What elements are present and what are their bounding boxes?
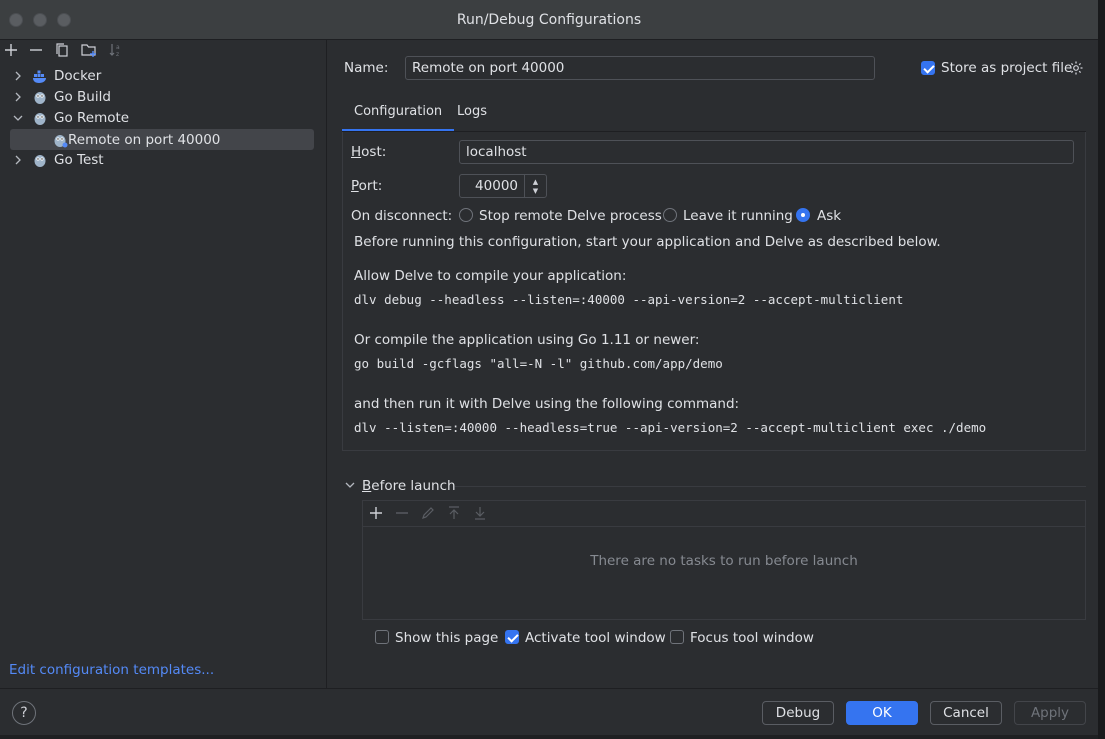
svg-text:z: z (116, 51, 119, 57)
stop-remote-delve-radio[interactable] (459, 208, 473, 222)
leave-running-radio[interactable] (663, 208, 677, 222)
edit-configuration-templates-link[interactable]: Edit configuration templates... (9, 662, 214, 678)
debug-button[interactable]: Debug (762, 701, 834, 725)
info-compile: Or compile the application using Go 1.11… (354, 332, 700, 348)
tasks-toolbar (363, 501, 1085, 527)
sort-icon[interactable]: az (107, 41, 125, 59)
window-bottom-edge (0, 735, 1098, 739)
gear-icon[interactable] (1068, 60, 1084, 76)
new-folder-icon[interactable] (80, 41, 98, 59)
store-project-file-checkbox[interactable] (921, 61, 935, 75)
edit-icon[interactable] (420, 505, 436, 521)
svg-text:a: a (116, 44, 120, 51)
remove-icon[interactable] (27, 41, 45, 59)
ask-radio[interactable] (796, 208, 810, 222)
on-disconnect-label: On disconnect: (351, 208, 453, 224)
tab-logs[interactable]: Logs (445, 96, 499, 132)
tree-item-docker[interactable]: Docker (10, 65, 314, 86)
focus-tool-window-checkbox[interactable] (670, 630, 684, 644)
host-input[interactable]: localhost (459, 140, 1074, 164)
tree-item-remote-on-port[interactable]: Remote on port 40000 (10, 129, 314, 150)
remove-icon[interactable] (394, 505, 410, 521)
command-exec: dlv --listen=:40000 --headless=true --ap… (354, 420, 987, 435)
name-label: Name: (344, 60, 389, 76)
docker-icon (32, 68, 48, 84)
store-project-file-label: Store as project file (941, 60, 1073, 76)
before-launch-title: Before launch (362, 478, 456, 494)
add-icon[interactable] (368, 505, 384, 521)
gopher-icon (32, 110, 48, 126)
apply-button[interactable]: Apply (1014, 701, 1086, 725)
gopher-icon (32, 152, 48, 168)
chevron-right-icon[interactable] (10, 89, 26, 105)
info-intro: Before running this configuration, start… (354, 234, 941, 250)
port-label: Port: (351, 178, 383, 194)
tree-item-label: Remote on port 40000 (68, 131, 221, 148)
gopher-icon (32, 89, 48, 105)
copy-icon[interactable] (53, 41, 71, 59)
gopher-remote-icon (52, 132, 68, 148)
chevron-down-icon[interactable] (344, 479, 356, 491)
title-bar: Run/Debug Configurations (0, 0, 1098, 40)
empty-tasks-text: There are no tasks to run before launch (590, 553, 858, 569)
command-debug: dlv debug --headless --listen=:40000 --a… (354, 292, 904, 307)
add-icon[interactable] (2, 41, 20, 59)
tree-item-go-build[interactable]: Go Build (10, 86, 314, 107)
show-this-page-label: Show this page (395, 630, 499, 646)
tree-item-go-test[interactable]: Go Test (10, 149, 314, 170)
before-launch-tasks: There are no tasks to run before launch (362, 500, 1086, 620)
show-this-page-checkbox[interactable] (375, 630, 389, 644)
tree-item-label: Go Remote (54, 109, 130, 126)
window-edge (1098, 0, 1105, 739)
cancel-button[interactable]: Cancel (930, 701, 1002, 725)
window-title: Run/Debug Configurations (456, 12, 642, 28)
chevron-right-icon[interactable] (10, 152, 26, 168)
command-build: go build -gcflags "all=-N -l" github.com… (354, 356, 723, 371)
spinner-up-icon[interactable]: ▲ (533, 178, 538, 187)
name-input[interactable]: Remote on port 40000 (405, 56, 875, 80)
tree-item-go-remote[interactable]: Go Remote (10, 107, 314, 128)
tab-configuration[interactable]: Configuration (342, 96, 455, 132)
spinner-down-icon[interactable]: ▼ (533, 187, 538, 196)
configurations-sidebar: az Docker Go Build Go Remote Remote on p… (0, 40, 327, 688)
ask-label: Ask (817, 208, 842, 224)
ok-button[interactable]: OK (846, 701, 918, 725)
activate-tool-window-checkbox[interactable] (505, 630, 519, 644)
move-down-icon[interactable] (472, 505, 488, 521)
tree-item-label: Go Test (54, 151, 104, 168)
stop-remote-delve-label: Stop remote Delve process (479, 208, 662, 224)
info-allow: Allow Delve to compile your application: (354, 268, 627, 284)
activate-tool-window-label: Activate tool window (525, 630, 666, 646)
chevron-down-icon[interactable] (10, 110, 26, 126)
info-run: and then run it with Delve using the fol… (354, 396, 740, 412)
leave-running-label: Leave it running (683, 208, 793, 224)
chevron-right-icon[interactable] (10, 68, 26, 84)
focus-tool-window-label: Focus tool window (690, 630, 814, 646)
host-label: Host: (351, 144, 387, 160)
port-spinner[interactable]: ▲ ▼ (524, 175, 546, 198)
tree-item-label: Docker (54, 67, 102, 84)
before-launch-divider (455, 486, 1086, 487)
move-up-icon[interactable] (446, 505, 462, 521)
help-button[interactable]: ? (12, 701, 36, 725)
tree-item-label: Go Build (54, 88, 111, 105)
